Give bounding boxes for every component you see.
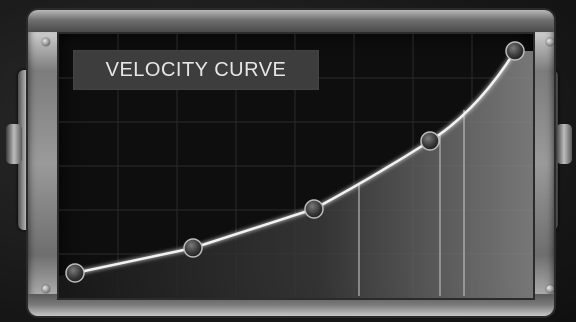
panel-title-box: VELOCITY CURVE — [73, 50, 319, 90]
velocity-curve-panel: VELOCITY CURVE — [0, 0, 576, 322]
velocity-curve-graph — [59, 34, 533, 298]
curve-node-1[interactable] — [65, 263, 85, 283]
curve-node-2[interactable] — [183, 238, 203, 258]
curve-node-3[interactable] — [304, 199, 324, 219]
curve-node-5[interactable] — [505, 41, 525, 61]
curve-node-4[interactable] — [420, 131, 440, 151]
panel-title: VELOCITY CURVE — [105, 58, 287, 81]
